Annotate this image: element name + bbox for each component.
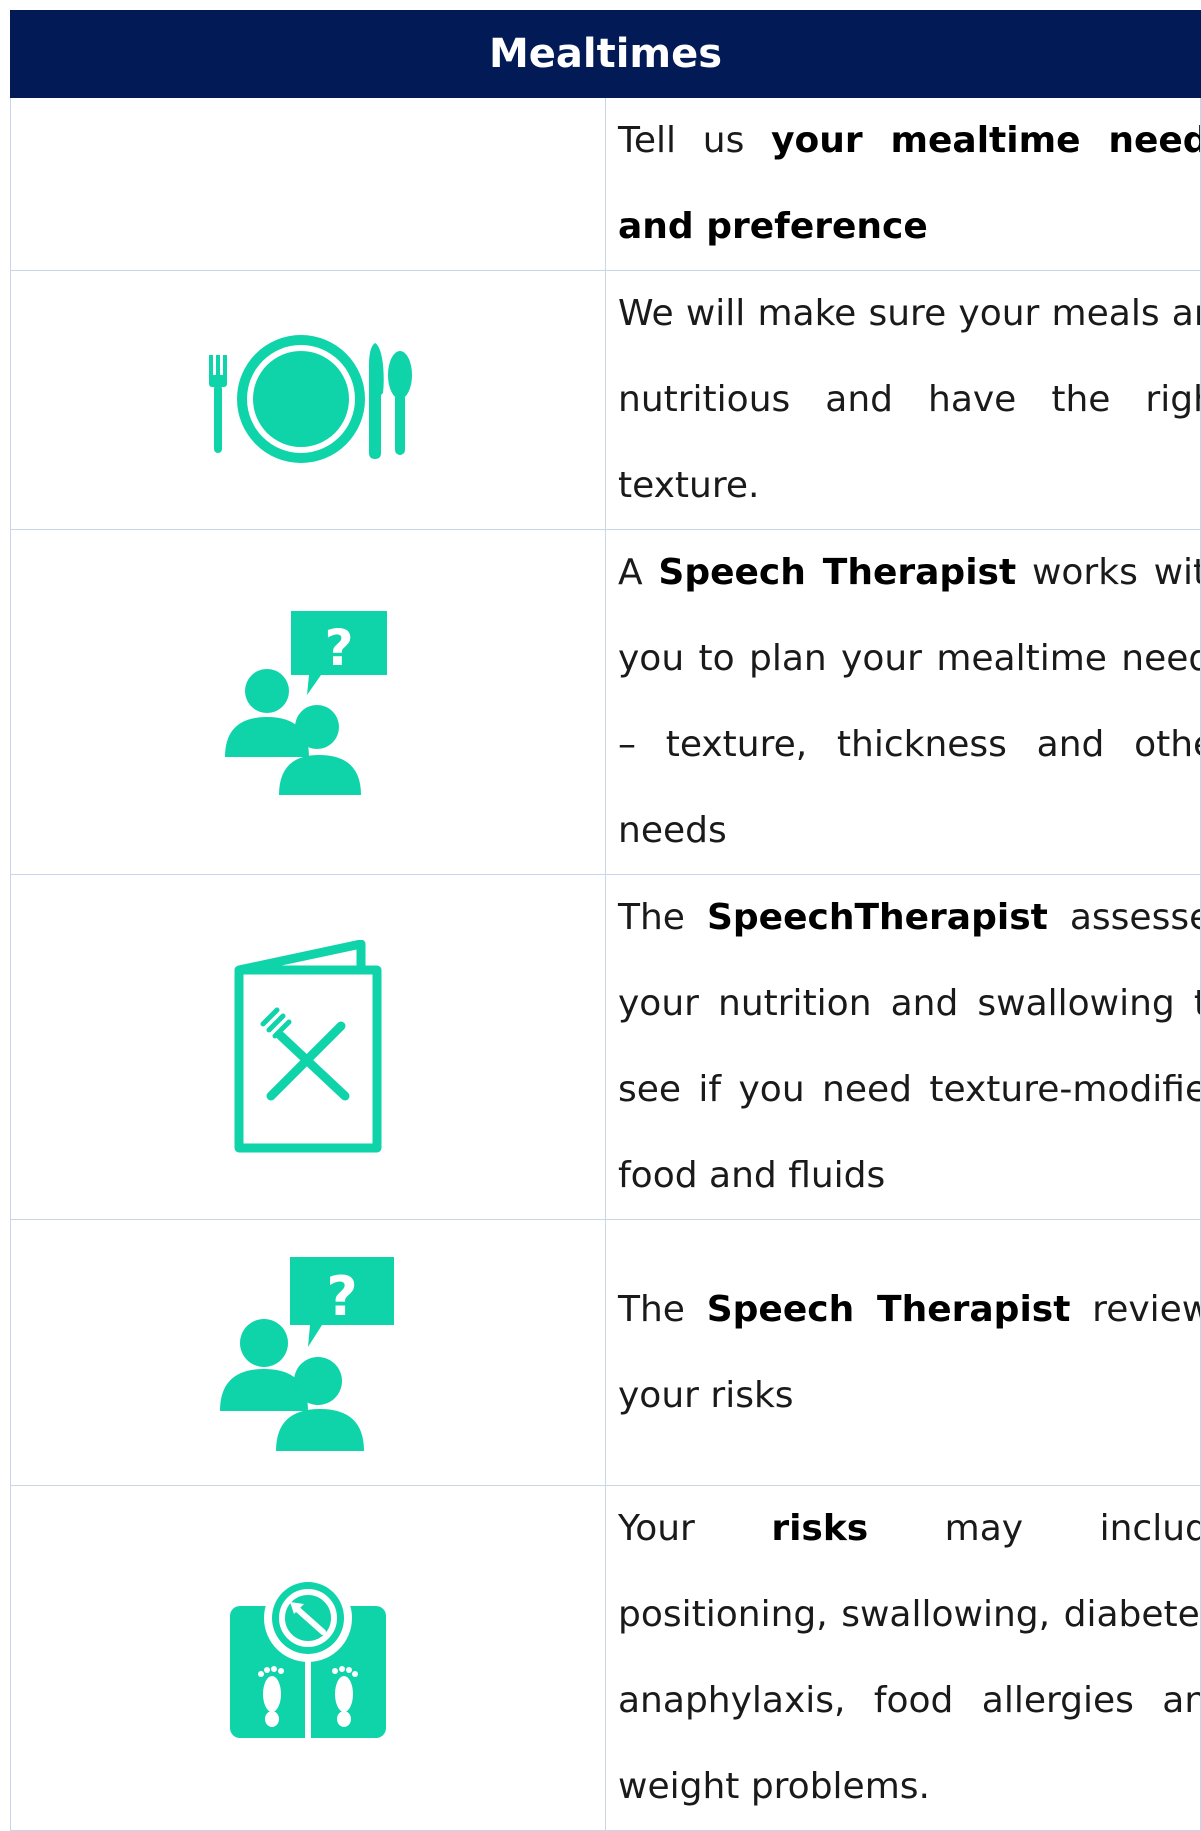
row-text: Tell us your mealtime needs and preferen… <box>618 99 1200 270</box>
plate-cutlery-icon <box>209 335 412 463</box>
people-question-icon: ? <box>225 611 387 795</box>
row-text-cell: We will make sure your meals are nutriti… <box>605 270 1201 530</box>
mealtimes-table: Mealtimes Tell us your mealtime needs an… <box>10 10 1201 1831</box>
row-text: A Speech Therapist works with you to pla… <box>618 531 1200 874</box>
bold-text-part: SpeechTherapist <box>706 897 1048 938</box>
row-text-cell: A Speech Therapist works with you to pla… <box>605 529 1201 875</box>
bold-text-part: risks <box>771 1508 869 1549</box>
table-row: ? A Speech Therapist works with you to p… <box>10 529 1201 875</box>
bold-text-part: Speech Therapist <box>658 552 1017 593</box>
svg-text:?: ? <box>326 1265 357 1328</box>
weight-scale-icon <box>230 1575 386 1738</box>
text-part: Your <box>618 1508 772 1549</box>
row-text-cell: The SpeechTherapist assesses your nutrit… <box>605 874 1201 1220</box>
table-row: We will make sure your meals are nutriti… <box>10 270 1201 530</box>
table-row: Tell us your mealtime needs and preferen… <box>10 97 1201 271</box>
row-text: The SpeechTherapist assesses your nutrit… <box>618 876 1201 1219</box>
people-question-icon: ? <box>220 1256 394 1451</box>
row-text: The Speech Therapist reviews your risks <box>618 1267 1200 1439</box>
text-part: We will make sure your meals are nutriti… <box>618 293 1201 506</box>
text-part: assesses your nutrition and swallowing t… <box>618 897 1201 1196</box>
text-part: Tell us <box>618 120 772 161</box>
row-text-cell: Tell us your mealtime needs and preferen… <box>605 97 1201 271</box>
table-row: ? The Speech Therapist reviews your risk… <box>10 1219 1201 1486</box>
text-part: The <box>618 1288 707 1330</box>
page: Mealtimes Tell us your mealtime needs an… <box>0 0 1201 1831</box>
table-title: Mealtimes <box>10 10 1201 98</box>
icon-cell <box>10 270 606 530</box>
table-row: The SpeechTherapist assesses your nutrit… <box>10 874 1201 1220</box>
text-part: The <box>618 897 707 938</box>
header-row: Mealtimes <box>10 10 1201 98</box>
table-row: Your risks may include positioning, swal… <box>10 1485 1201 1831</box>
row-text: Your risks may include positioning, swal… <box>618 1487 1201 1830</box>
svg-text:?: ? <box>324 619 353 677</box>
row-text: We will make sure your meals are nutriti… <box>618 272 1201 529</box>
icon-cell: ? <box>10 1219 606 1486</box>
row-text-cell: The Speech Therapist reviews your risks <box>605 1219 1201 1486</box>
text-part: may include positioning, swallowing, dia… <box>618 1508 1201 1807</box>
icon-cell <box>10 874 606 1220</box>
row-text-cell: Your risks may include positioning, swal… <box>605 1485 1201 1831</box>
empty-icon-cell <box>10 97 606 271</box>
text-part: A <box>618 552 659 593</box>
bold-text-part: Speech Therapist <box>706 1288 1071 1330</box>
icon-cell: ? <box>10 529 606 875</box>
icon-cell <box>10 1485 606 1831</box>
menu-card-icon <box>234 939 382 1152</box>
text-part: works with you to plan your mealtime nee… <box>618 552 1200 851</box>
